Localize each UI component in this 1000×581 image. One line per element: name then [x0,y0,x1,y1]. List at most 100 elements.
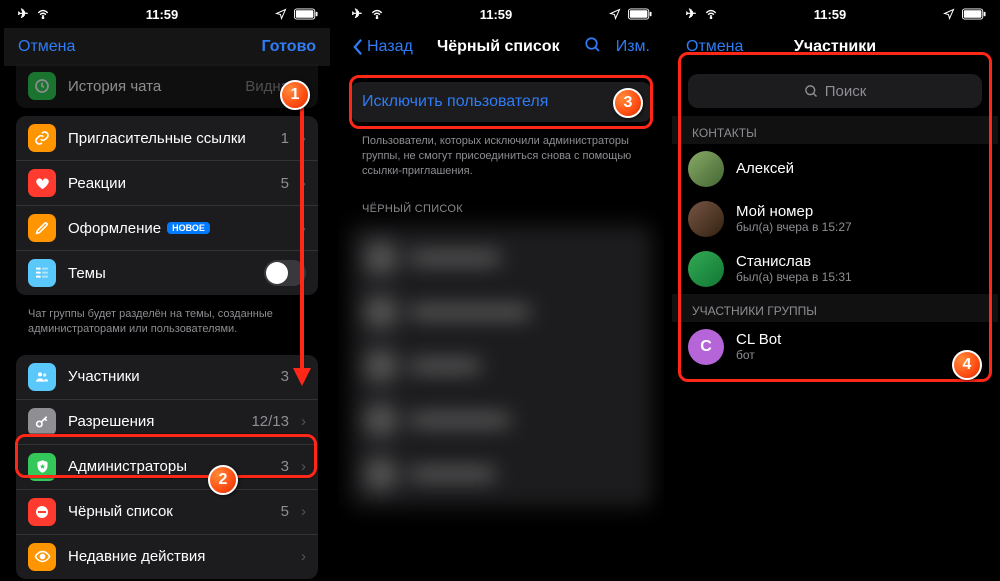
location-icon [608,7,622,21]
avatar [688,251,724,287]
edit-button[interactable]: Изм. [616,38,650,56]
topics-footer: Чат группы будет разделён на темы, созда… [4,303,330,347]
annotation-arrow-1 [290,96,314,386]
contact-row[interactable]: Алексей [672,144,998,194]
annotation-badge-2: 2 [208,465,238,495]
members-label: Участники [68,368,269,385]
member-name: CL Bot [736,331,781,348]
section-contacts: КОНТАКТЫ [672,116,998,144]
nav-bar: Отмена Готово [4,28,330,66]
recent-label: Недавние действия [68,548,289,565]
status-bar: ✈ 11:59 [338,0,664,28]
location-icon [274,7,288,21]
shield-icon [28,453,56,481]
back-button[interactable]: Назад [352,38,413,56]
new-badge: НОВОЕ [167,222,210,234]
location-icon [942,7,956,21]
exclude-user-label: Исключить пользователя [362,93,548,111]
section-blacklist: ЧЁРНЫЙ СПИСОК [338,189,664,219]
status-time: 11:59 [814,7,847,22]
members-value: 3 [281,368,289,385]
cancel-button[interactable]: Отмена [18,38,75,56]
avatar: C [688,329,724,365]
annotation-badge-1: 1 [280,80,310,110]
exclude-user-button[interactable]: Исключить пользователя [350,82,652,122]
topics-label: Темы [68,265,252,282]
member-status: бот [736,349,781,363]
search-icon [804,84,819,99]
reactions-label: Реакции [68,175,269,192]
contact-name: Мой номер [736,203,852,220]
appearance-label: Оформление НОВОЕ [68,220,289,237]
admins-label: Администраторы [68,458,269,475]
members-icon [28,363,56,391]
contact-name: Станислав [736,253,852,270]
cell-history[interactable]: История чата Видна › [16,64,318,108]
key-icon [28,408,56,436]
airplane-icon: ✈ [16,7,30,21]
done-button[interactable]: Готово [262,38,316,56]
nav-bar: Отмена Участники [672,28,998,66]
chevron-right-icon: › [301,548,306,565]
chevron-right-icon: › [301,503,306,520]
history-label: История чата [68,78,233,95]
invite-links-value: 1 [281,130,289,147]
airplane-icon: ✈ [350,7,364,21]
battery-icon [628,7,652,21]
wifi-icon [370,7,384,21]
annotation-badge-4: 4 [952,350,982,380]
cell-admins[interactable]: Администраторы 3 › [16,445,318,490]
cancel-button[interactable]: Отмена [686,38,743,56]
blacklist-members-blurred [350,225,652,507]
contact-status: был(а) вчера в 15:31 [736,271,852,285]
cell-recent-actions[interactable]: Недавние действия › [16,535,318,579]
cell-reactions[interactable]: Реакции 5 › [16,161,318,206]
battery-icon [962,7,986,21]
contact-name: Алексей [736,160,794,177]
eye-icon [28,543,56,571]
search-placeholder: Поиск [825,83,867,100]
status-time: 11:59 [480,7,513,22]
cell-members[interactable]: Участники 3 › [16,355,318,400]
reactions-value: 5 [281,175,289,192]
block-icon [28,498,56,526]
status-time: 11:59 [146,7,179,22]
permissions-value: 12/13 [251,413,289,430]
member-row[interactable]: C CL Bot бот [672,322,998,372]
permissions-label: Разрешения [68,413,239,430]
invite-links-label: Пригласительные ссылки [68,130,269,147]
contact-status: был(а) вчера в 15:27 [736,221,852,235]
phone-screen-1: ✈ 11:59 Отмена Готово История чата Видна [4,0,330,581]
wifi-icon [36,7,50,21]
battery-icon [294,7,318,21]
status-bar: ✈ 11:59 [4,0,330,28]
annotation-badge-3: 3 [613,88,643,118]
status-bar: ✈ 11:59 [672,0,998,28]
phone-screen-2: ✈ 11:59 Назад Чёрный список Изм. [338,0,664,581]
chevron-right-icon: › [301,458,306,475]
contact-row[interactable]: Мой номер был(а) вчера в 15:27 [672,194,998,244]
cell-topics[interactable]: Темы [16,251,318,295]
avatar [688,151,724,187]
search-input[interactable]: Поиск [688,74,982,108]
nav-title: Участники [794,38,876,56]
admins-value: 3 [281,458,289,475]
section-members: УЧАСТНИКИ ГРУППЫ [672,294,998,322]
search-icon[interactable] [584,36,602,59]
airplane-icon: ✈ [684,7,698,21]
cell-invite-links[interactable]: Пригласительные ссылки 1 › [16,116,318,161]
cell-appearance[interactable]: Оформление НОВОЕ › [16,206,318,251]
cell-blacklist[interactable]: Чёрный список 5 › [16,490,318,535]
blacklist-value: 5 [281,503,289,520]
cell-permissions[interactable]: Разрешения 12/13 › [16,400,318,445]
brush-icon [28,214,56,242]
wifi-icon [704,7,718,21]
exclude-footer: Пользователи, которых исключили админист… [338,130,664,189]
chevron-right-icon: › [301,413,306,430]
contact-row[interactable]: Станислав был(а) вчера в 15:31 [672,244,998,294]
blacklist-label: Чёрный список [68,503,269,520]
link-icon [28,124,56,152]
topics-icon [28,259,56,287]
heart-icon [28,169,56,197]
nav-bar: Назад Чёрный список Изм. [338,28,664,66]
